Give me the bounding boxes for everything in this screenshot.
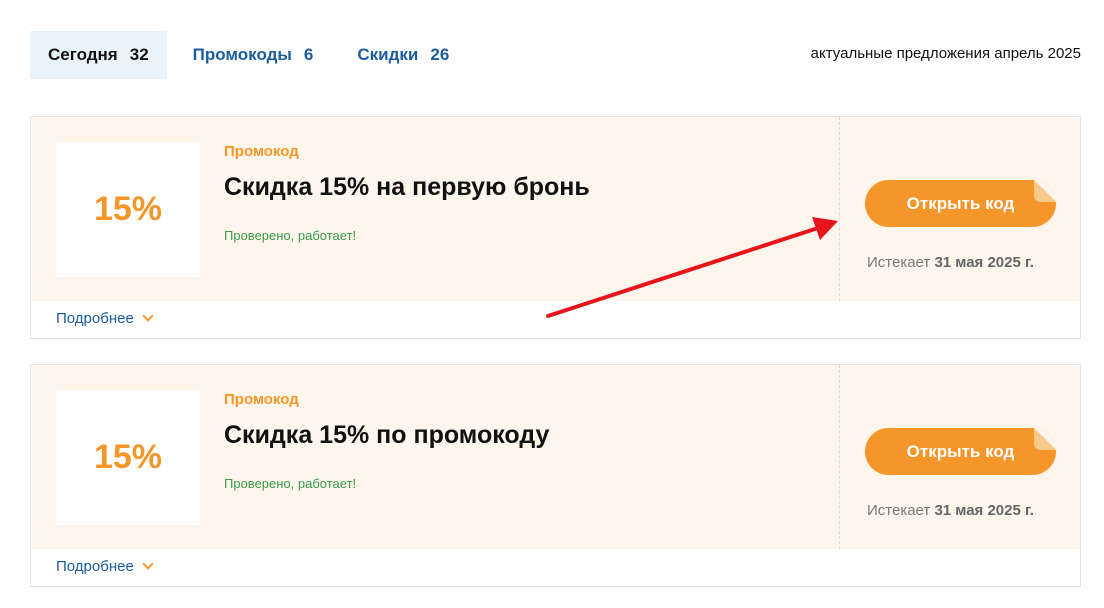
details-toggle-label: Подробнее [56,558,134,575]
tab-today[interactable]: Сегодня 32 [30,31,167,79]
offer-title: Скидка 15% по промокоду [224,421,550,449]
verified-status: Проверено, работает! [224,228,357,243]
page-fold-icon [1034,180,1056,202]
tab-discounts[interactable]: Скидки 26 [339,31,467,79]
tab-promocodes-label: Промокоды [192,45,292,64]
offer-card: 15% Промокод Скидка 15% по промокоду Про… [30,364,1081,587]
tab-promocodes[interactable]: Промокоды 6 [175,31,332,79]
chevron-down-icon [142,558,154,570]
open-code-button[interactable]: Открыть код [865,428,1056,475]
tab-today-label: Сегодня [48,45,118,64]
details-toggle-label: Подробнее [56,310,134,327]
dashed-divider [839,117,840,301]
discount-badge: 15% [56,142,200,277]
offer-type: Промокод [224,143,299,160]
open-code-button[interactable]: Открыть код [865,180,1056,227]
expiry-date: 31 мая 2025 г. [934,502,1034,519]
expiry-label: Истекает [867,502,931,519]
expiry-info: Истекает 31 мая 2025 г. [867,254,1034,271]
dashed-divider [839,365,840,549]
expiry-label: Истекает [867,254,931,271]
tab-discounts-count: 26 [430,45,450,64]
open-code-button-label: Открыть код [906,441,1015,461]
tab-discounts-label: Скидки [357,45,419,64]
offer-title: Скидка 15% на первую бронь [224,173,590,201]
filter-tabs: Сегодня 32 Промокоды 6 Скидки 26 [30,31,475,79]
offer-type: Промокод [224,391,299,408]
discount-badge: 15% [56,390,200,525]
chevron-down-icon [142,310,154,322]
offer-card: 15% Промокод Скидка 15% на первую бронь … [30,116,1081,339]
offers-headline: актуальные предложения апрель 2025 [810,45,1081,62]
tab-promocodes-count: 6 [303,45,314,64]
page-fold-icon [1034,428,1056,450]
details-toggle[interactable]: Подробнее [56,558,154,575]
expiry-info: Истекает 31 мая 2025 г. [867,502,1034,519]
expiry-date: 31 мая 2025 г. [934,254,1034,271]
details-toggle[interactable]: Подробнее [56,310,154,327]
verified-status: Проверено, работает! [224,476,357,491]
open-code-button-label: Открыть код [906,193,1015,213]
tab-today-count: 32 [129,45,149,64]
